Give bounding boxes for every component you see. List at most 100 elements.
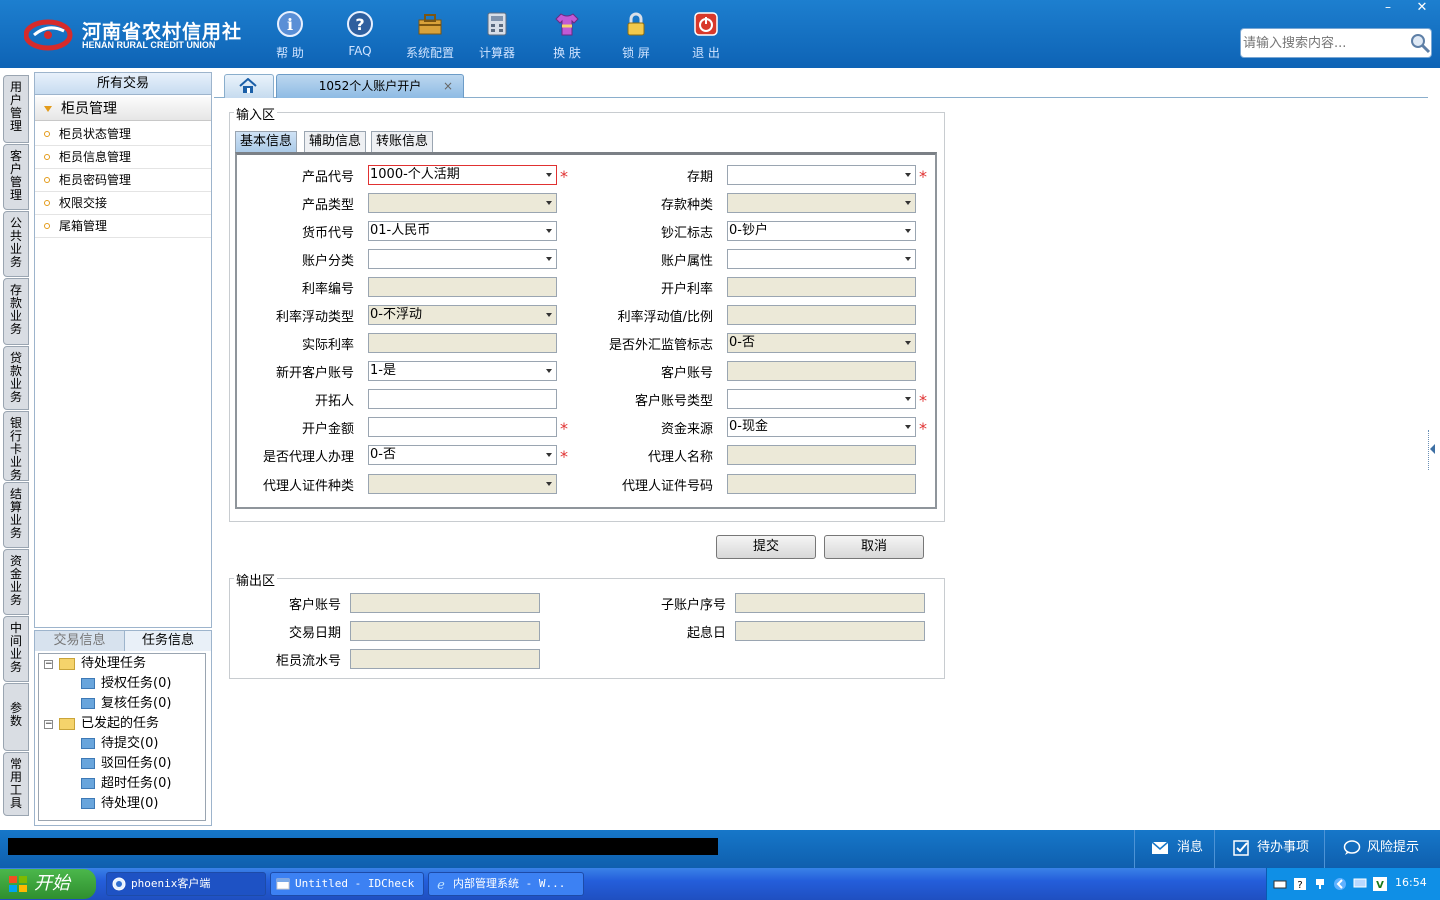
cash-flag-select[interactable]: 0-钞户 xyxy=(727,221,916,241)
vtab-common-tools[interactable]: 常用工具 xyxy=(3,752,29,816)
message-button[interactable]: 消息 xyxy=(1134,830,1214,868)
tab-home[interactable] xyxy=(224,74,274,98)
product-type-select[interactable] xyxy=(368,193,557,213)
currency-select[interactable]: 01-人民币 xyxy=(368,221,557,241)
vtab-fund-business[interactable]: 资金业务 xyxy=(3,549,29,615)
cancel-button[interactable]: 取消 xyxy=(824,535,924,559)
rate-float-type-select[interactable]: 0-不浮动 xyxy=(368,305,557,325)
subtab-auxiliary-info[interactable]: 辅助信息 xyxy=(304,131,367,153)
vtab-customer-management[interactable]: 客户管理 xyxy=(3,144,29,210)
keyboard-icon[interactable] xyxy=(1273,877,1287,891)
out-sub-account-field[interactable] xyxy=(735,593,925,613)
subtab-transfer-info[interactable]: 转账信息 xyxy=(371,131,434,153)
calculator-button[interactable]: 计算器 xyxy=(466,8,528,60)
out-value-date-field[interactable] xyxy=(735,621,925,641)
fx-flag-select[interactable]: 0-否 xyxy=(727,333,916,353)
exit-button[interactable]: 退 出 xyxy=(675,8,737,60)
chevron-left-icon[interactable] xyxy=(1430,444,1435,454)
all-transactions-header[interactable]: 所有交易 xyxy=(35,73,211,95)
term-select[interactable] xyxy=(727,165,916,185)
tree-timeout[interactable]: 超时任务(0) xyxy=(101,774,171,794)
menu-item-teller-status[interactable]: 柜员状态管理 xyxy=(35,123,211,146)
vtab-loan-business[interactable]: 贷款业务 xyxy=(3,346,29,410)
tree-to-process[interactable]: 待处理(0) xyxy=(101,794,158,814)
tree-auth-tasks[interactable]: 授权任务(0) xyxy=(101,674,171,694)
menu-item-teller-password[interactable]: 柜员密码管理 xyxy=(35,169,211,192)
account-attr-select[interactable] xyxy=(727,249,916,269)
network-icon[interactable] xyxy=(1313,877,1327,891)
vtab-user-management[interactable]: 用户管理 xyxy=(3,75,29,143)
search-input[interactable] xyxy=(1243,33,1403,53)
customer-account-type-select[interactable] xyxy=(727,389,916,409)
v-app-icon[interactable]: V xyxy=(1373,877,1387,891)
tree-pending-tasks[interactable]: 待处理任务 xyxy=(81,654,146,674)
close-button[interactable]: ✕ xyxy=(1410,0,1434,18)
help-button[interactable]: i 帮 助 xyxy=(259,8,321,60)
out-customer-account-field[interactable] xyxy=(350,593,540,613)
folder-open-icon xyxy=(59,718,75,730)
product-code-select[interactable]: 1000-个人活期 xyxy=(368,165,557,185)
collapse-icon[interactable]: − xyxy=(44,660,53,669)
folder-icon xyxy=(81,698,95,709)
deposit-type-select[interactable] xyxy=(727,193,916,213)
subtab-basic-info[interactable]: 基本信息 xyxy=(235,131,298,153)
chevron-left-icon[interactable] xyxy=(1333,877,1347,891)
menu-item-teller-info[interactable]: 柜员信息管理 xyxy=(35,146,211,169)
tab-transaction-info[interactable]: 交易信息 xyxy=(35,631,124,651)
close-tab-icon[interactable]: × xyxy=(443,75,453,97)
monitor-icon[interactable] xyxy=(1353,877,1367,891)
tree-initiated-tasks[interactable]: 已发起的任务 xyxy=(81,714,159,734)
collapse-icon[interactable]: − xyxy=(44,720,53,729)
change-skin-button[interactable]: 换 肤 xyxy=(536,8,598,60)
actual-rate-field[interactable] xyxy=(368,333,557,353)
vtab-deposit-business[interactable]: 存款业务 xyxy=(3,278,29,345)
risk-alert-button[interactable]: 风险提示 xyxy=(1324,830,1440,868)
tree-to-submit[interactable]: 待提交(0) xyxy=(101,734,158,754)
agent-flag-select[interactable]: 0-否 xyxy=(368,445,557,465)
out-teller-serial-field[interactable] xyxy=(350,649,540,669)
agent-id-no-field[interactable] xyxy=(727,474,916,494)
vtab-settlement-business[interactable]: 结算业务 xyxy=(3,482,29,548)
vtab-intermediary-business[interactable]: 中间业务 xyxy=(3,616,29,682)
start-button[interactable]: 开始 xyxy=(0,869,96,899)
fund-source-select[interactable]: 0-现金 xyxy=(727,417,916,437)
teller-management-group[interactable]: 柜员管理 xyxy=(35,97,211,121)
vtab-public-business[interactable]: 公共业务 xyxy=(3,211,29,277)
menu-item-tail-box[interactable]: 尾箱管理 xyxy=(35,215,211,238)
vtab-bank-card-business[interactable]: 银行卡业务 xyxy=(3,411,29,482)
open-amount-field[interactable] xyxy=(368,417,557,437)
currency-value: 01-人民币 xyxy=(370,223,431,238)
tab-task-info[interactable]: 任务信息 xyxy=(124,631,211,651)
todo-button[interactable]: 待办事项 xyxy=(1214,830,1324,868)
taskbar-item-idcheck[interactable]: Untitled - IDCheck xyxy=(270,872,424,896)
help-tray-icon[interactable]: ? xyxy=(1293,877,1307,891)
new-account-value: 1-是 xyxy=(370,363,396,378)
minimize-button[interactable]: – xyxy=(1376,0,1400,18)
menu-item-permission-handover[interactable]: 权限交接 xyxy=(35,192,211,215)
vtab-parameters[interactable]: 参数 xyxy=(3,683,29,751)
rate-float-value-field[interactable] xyxy=(727,305,916,325)
faq-button[interactable]: ? FAQ xyxy=(329,8,391,60)
tree-review-tasks[interactable]: 复核任务(0) xyxy=(101,694,171,714)
tab-account-opening[interactable]: 1052个人账户开户 × xyxy=(276,74,464,98)
search-icon[interactable] xyxy=(1409,32,1431,54)
open-rate-field[interactable] xyxy=(727,277,916,297)
out-trade-date-field[interactable] xyxy=(350,621,540,641)
developer-field[interactable] xyxy=(368,389,557,409)
agent-id-type-select[interactable] xyxy=(368,474,557,494)
new-account-select[interactable]: 1-是 xyxy=(368,361,557,381)
logo-mark-icon xyxy=(24,19,73,51)
rate-code-field[interactable] xyxy=(368,277,557,297)
clock[interactable]: 16:54 xyxy=(1395,876,1427,889)
account-class-select[interactable] xyxy=(368,249,557,269)
system-config-button[interactable]: 系统配置 xyxy=(399,8,461,60)
agent-name-field[interactable] xyxy=(727,445,916,465)
customer-account-field[interactable] xyxy=(727,361,916,381)
fx-flag-value: 0-否 xyxy=(729,335,755,350)
menu-item-label: 柜员信息管理 xyxy=(59,150,132,164)
submit-button[interactable]: 提交 xyxy=(716,535,816,559)
lock-screen-button[interactable]: 锁 屏 xyxy=(605,8,667,60)
tree-rejected[interactable]: 驳回任务(0) xyxy=(101,754,171,774)
taskbar-item-phoenix[interactable]: phoenix客户端 xyxy=(106,872,266,896)
taskbar-item-internal-system[interactable]: e 内部管理系统 - W... xyxy=(428,872,584,896)
